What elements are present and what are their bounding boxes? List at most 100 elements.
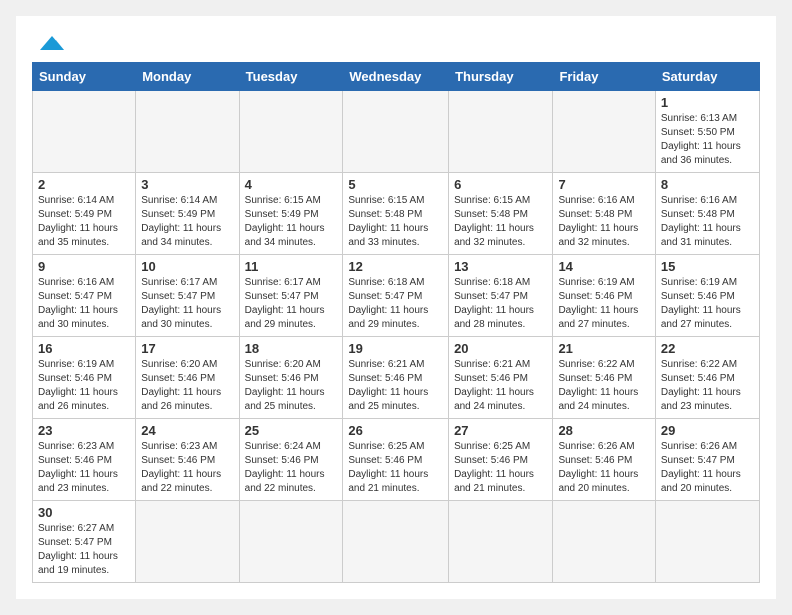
day-info: Sunrise: 6:15 AMSunset: 5:49 PMDaylight:… xyxy=(245,194,338,250)
calendar-cell xyxy=(655,501,759,583)
day-info: Sunrise: 6:23 AMSunset: 5:46 PMDaylight:… xyxy=(141,440,233,496)
calendar-cell: 2 Sunrise: 6:14 AMSunset: 5:49 PMDaylight… xyxy=(33,173,136,255)
calendar-week-row: 23 Sunrise: 6:23 AMSunset: 5:46 PMDayligh… xyxy=(33,419,760,501)
calendar-cell xyxy=(553,501,655,583)
day-number: 2 xyxy=(38,177,130,192)
calendar-cell: 14Sunrise: 6:19 AMSunset: 5:46 PMDayligh… xyxy=(553,255,655,337)
day-number: 11 xyxy=(245,259,338,274)
calendar-cell: 21 Sunrise: 6:22 AMSunset: 5:46 PMDayligh… xyxy=(553,337,655,419)
calendar-cell xyxy=(553,91,655,173)
calendar-cell xyxy=(449,501,553,583)
calendar-week-row: 16Sunrise: 6:19 AMSunset: 5:46 PMDayligh… xyxy=(33,337,760,419)
calendar-cell: 12 Sunrise: 6:18 AMSunset: 5:47 PMDayligh… xyxy=(343,255,449,337)
calendar-cell: 13Sunrise: 6:18 AMSunset: 5:47 PMDayligh… xyxy=(449,255,553,337)
weekday-header-sunday: Sunday xyxy=(33,63,136,91)
calendar-cell: 30 Sunrise: 6:27 AMSunset: 5:47 PMDayligh… xyxy=(33,501,136,583)
day-number: 14 xyxy=(558,259,649,274)
day-number: 21 xyxy=(558,341,649,356)
day-number: 13 xyxy=(454,259,547,274)
calendar-cell: 25 Sunrise: 6:24 AMSunset: 5:46 PMDayligh… xyxy=(239,419,343,501)
calendar-cell: 29Sunrise: 6:26 AMSunset: 5:47 PMDayligh… xyxy=(655,419,759,501)
day-info: Sunrise: 6:22 AMSunset: 5:46 PMDaylight:… xyxy=(558,358,649,414)
calendar-cell: 23 Sunrise: 6:23 AMSunset: 5:46 PMDayligh… xyxy=(33,419,136,501)
day-number: 19 xyxy=(348,341,443,356)
calendar-cell: 9 Sunrise: 6:16 AMSunset: 5:47 PMDaylight… xyxy=(33,255,136,337)
calendar-cell: 3 Sunrise: 6:14 AMSunset: 5:49 PMDaylight… xyxy=(136,173,239,255)
weekday-header-tuesday: Tuesday xyxy=(239,63,343,91)
day-info: Sunrise: 6:15 AMSunset: 5:48 PMDaylight:… xyxy=(454,194,547,250)
calendar-cell: 10 Sunrise: 6:17 AMSunset: 5:47 PMDayligh… xyxy=(136,255,239,337)
day-number: 25 xyxy=(245,423,338,438)
calendar-cell: 15 Sunrise: 6:19 AMSunset: 5:46 PMDayligh… xyxy=(655,255,759,337)
day-info: Sunrise: 6:17 AMSunset: 5:47 PMDaylight:… xyxy=(141,276,233,332)
calendar-cell xyxy=(136,91,239,173)
day-number: 1 xyxy=(661,95,754,110)
calendar-cell xyxy=(239,91,343,173)
day-info: Sunrise: 6:14 AMSunset: 5:49 PMDaylight:… xyxy=(141,194,233,250)
calendar-cell: 11 Sunrise: 6:17 AMSunset: 5:47 PMDayligh… xyxy=(239,255,343,337)
weekday-header-saturday: Saturday xyxy=(655,63,759,91)
calendar-week-row: 1 Sunrise: 6:13 AMSunset: 5:50 PMDaylight… xyxy=(33,91,760,173)
day-info: Sunrise: 6:18 AMSunset: 5:47 PMDaylight:… xyxy=(348,276,443,332)
day-info: Sunrise: 6:26 AMSunset: 5:46 PMDaylight:… xyxy=(558,440,649,496)
header xyxy=(32,32,760,54)
calendar-page: SundayMondayTuesdayWednesdayThursdayFrid… xyxy=(16,16,776,599)
calendar-cell xyxy=(136,501,239,583)
day-number: 3 xyxy=(141,177,233,192)
day-info: Sunrise: 6:17 AMSunset: 5:47 PMDaylight:… xyxy=(245,276,338,332)
day-info: Sunrise: 6:19 AMSunset: 5:46 PMDaylight:… xyxy=(661,276,754,332)
day-number: 30 xyxy=(38,505,130,520)
calendar-week-row: 9 Sunrise: 6:16 AMSunset: 5:47 PMDaylight… xyxy=(33,255,760,337)
calendar-cell xyxy=(343,501,449,583)
calendar-cell: 7 Sunrise: 6:16 AMSunset: 5:48 PMDaylight… xyxy=(553,173,655,255)
weekday-header-wednesday: Wednesday xyxy=(343,63,449,91)
day-number: 23 xyxy=(38,423,130,438)
day-info: Sunrise: 6:27 AMSunset: 5:47 PMDaylight:… xyxy=(38,522,130,578)
day-info: Sunrise: 6:25 AMSunset: 5:46 PMDaylight:… xyxy=(454,440,547,496)
calendar-cell: 27 Sunrise: 6:25 AMSunset: 5:46 PMDayligh… xyxy=(449,419,553,501)
day-number: 6 xyxy=(454,177,547,192)
day-number: 27 xyxy=(454,423,547,438)
day-number: 12 xyxy=(348,259,443,274)
calendar-cell: 24 Sunrise: 6:23 AMSunset: 5:46 PMDayligh… xyxy=(136,419,239,501)
day-info: Sunrise: 6:16 AMSunset: 5:48 PMDaylight:… xyxy=(558,194,649,250)
day-info: Sunrise: 6:20 AMSunset: 5:46 PMDaylight:… xyxy=(141,358,233,414)
day-info: Sunrise: 6:13 AMSunset: 5:50 PMDaylight:… xyxy=(661,112,754,168)
weekday-header-row: SundayMondayTuesdayWednesdayThursdayFrid… xyxy=(33,63,760,91)
day-info: Sunrise: 6:24 AMSunset: 5:46 PMDaylight:… xyxy=(245,440,338,496)
calendar-cell: 6 Sunrise: 6:15 AMSunset: 5:48 PMDaylight… xyxy=(449,173,553,255)
calendar-cell: 22Sunrise: 6:22 AMSunset: 5:46 PMDayligh… xyxy=(655,337,759,419)
calendar-cell: 4 Sunrise: 6:15 AMSunset: 5:49 PMDaylight… xyxy=(239,173,343,255)
calendar-cell: 19Sunrise: 6:21 AMSunset: 5:46 PMDayligh… xyxy=(343,337,449,419)
day-info: Sunrise: 6:15 AMSunset: 5:48 PMDaylight:… xyxy=(348,194,443,250)
day-number: 24 xyxy=(141,423,233,438)
calendar-cell xyxy=(343,91,449,173)
day-number: 10 xyxy=(141,259,233,274)
day-info: Sunrise: 6:20 AMSunset: 5:46 PMDaylight:… xyxy=(245,358,338,414)
day-info: Sunrise: 6:14 AMSunset: 5:49 PMDaylight:… xyxy=(38,194,130,250)
day-info: Sunrise: 6:26 AMSunset: 5:47 PMDaylight:… xyxy=(661,440,754,496)
day-info: Sunrise: 6:16 AMSunset: 5:47 PMDaylight:… xyxy=(38,276,130,332)
day-number: 4 xyxy=(245,177,338,192)
day-number: 20 xyxy=(454,341,547,356)
calendar-cell: 8 Sunrise: 6:16 AMSunset: 5:48 PMDaylight… xyxy=(655,173,759,255)
calendar-cell xyxy=(239,501,343,583)
day-info: Sunrise: 6:23 AMSunset: 5:46 PMDaylight:… xyxy=(38,440,130,496)
calendar-cell: 1 Sunrise: 6:13 AMSunset: 5:50 PMDaylight… xyxy=(655,91,759,173)
day-number: 26 xyxy=(348,423,443,438)
day-number: 9 xyxy=(38,259,130,274)
day-number: 28 xyxy=(558,423,649,438)
day-number: 15 xyxy=(661,259,754,274)
calendar-cell: 5 Sunrise: 6:15 AMSunset: 5:48 PMDaylight… xyxy=(343,173,449,255)
day-number: 22 xyxy=(661,341,754,356)
calendar-table: SundayMondayTuesdayWednesdayThursdayFrid… xyxy=(32,62,760,583)
day-info: Sunrise: 6:16 AMSunset: 5:48 PMDaylight:… xyxy=(661,194,754,250)
calendar-week-row: 30 Sunrise: 6:27 AMSunset: 5:47 PMDayligh… xyxy=(33,501,760,583)
day-number: 8 xyxy=(661,177,754,192)
calendar-cell: 16Sunrise: 6:19 AMSunset: 5:46 PMDayligh… xyxy=(33,337,136,419)
weekday-header-friday: Friday xyxy=(553,63,655,91)
day-number: 5 xyxy=(348,177,443,192)
day-number: 7 xyxy=(558,177,649,192)
calendar-cell xyxy=(449,91,553,173)
calendar-cell xyxy=(33,91,136,173)
